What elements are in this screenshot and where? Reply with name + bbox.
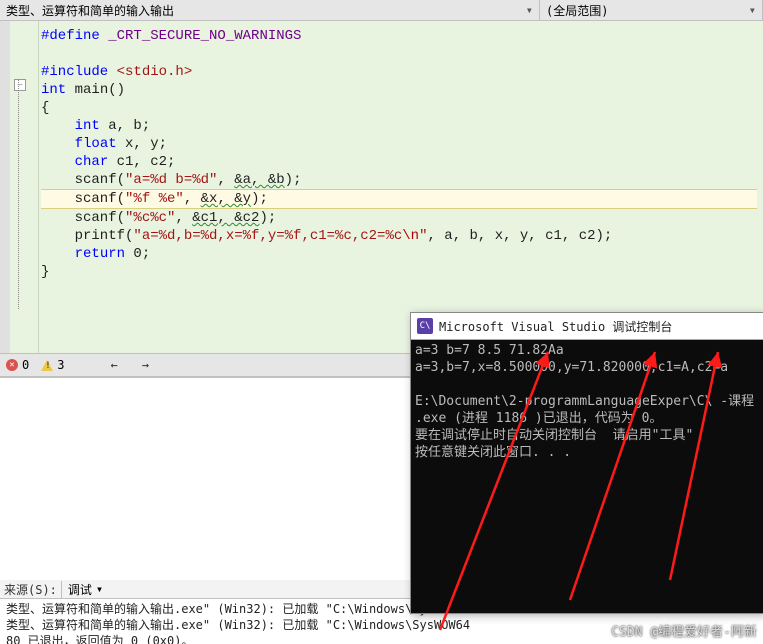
error-count[interactable]: ✕ 0 [6, 358, 29, 372]
screenshot-root: { "topbar": { "left_label": "类型、运算符和简单的输… [0, 0, 763, 644]
error-count-value: 0 [22, 358, 29, 372]
code-editor[interactable]: – #define _CRT_SECURE_NO_WARNINGS #inclu… [0, 21, 763, 353]
navigation-bar: 类型、运算符和简单的输入输出 ▾ (全局范围) ▾ [0, 0, 763, 21]
console-app-icon: C\ [417, 318, 433, 334]
code-pane[interactable]: #define _CRT_SECURE_NO_WARNINGS #include… [39, 21, 763, 353]
nav-scope-mid-label: (全局范围) [546, 2, 608, 19]
nav-scope-left[interactable]: 类型、运算符和简单的输入输出 ▾ [0, 0, 540, 20]
console-body: a=3 b=7 8.5 71.82Aa a=3,b=7,x=8.500000,y… [411, 340, 763, 614]
nav-prev-button[interactable]: ← [104, 358, 123, 372]
code-text: #define _CRT_SECURE_NO_WARNINGS #include… [41, 27, 757, 281]
watermark: CSDN @编程爱好者-阿新 [611, 621, 757, 640]
editor-left-gutter [0, 21, 10, 353]
nav-next-button[interactable]: → [136, 358, 155, 372]
chevron-down-icon: ▾ [526, 3, 533, 17]
warning-icon [41, 360, 53, 371]
chevron-down-icon: ▾ [96, 582, 103, 596]
nav-scope-left-label: 类型、运算符和简单的输入输出 [6, 2, 174, 19]
console-title: Microsoft Visual Studio 调试控制台 [439, 318, 672, 335]
console-titlebar[interactable]: C\ Microsoft Visual Studio 调试控制台 [411, 313, 763, 340]
output-source-value: 调试 [68, 581, 92, 598]
warning-count-value: 3 [57, 358, 64, 372]
debug-console-window[interactable]: C\ Microsoft Visual Studio 调试控制台 a=3 b=7… [410, 312, 763, 614]
warning-count[interactable]: 3 [41, 358, 64, 372]
outline-bracket [18, 79, 29, 309]
nav-scope-mid[interactable]: (全局范围) ▾ [540, 0, 763, 20]
editor-margin: – [10, 21, 39, 353]
output-source-label: 来源(S): [0, 581, 61, 598]
error-icon: ✕ [6, 359, 18, 371]
chevron-down-icon: ▾ [749, 3, 756, 17]
output-source-dropdown[interactable]: 调试 ▾ [61, 581, 109, 598]
